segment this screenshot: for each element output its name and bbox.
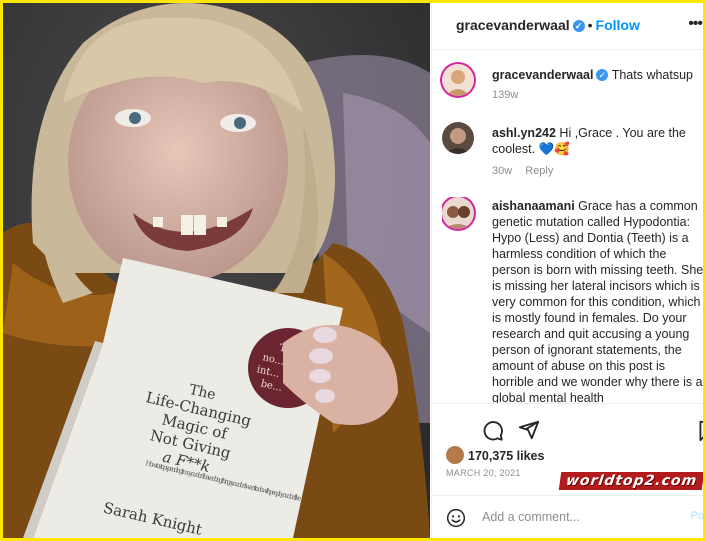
instagram-post: The Life-Changing Magic of Not Giving a … <box>3 3 703 538</box>
add-comment-input[interactable] <box>482 508 692 526</box>
caption-meta: 139w <box>492 89 528 101</box>
verified-badge-icon: ✓ <box>572 20 585 32</box>
post-photo[interactable]: The Life-Changing Magic of Not Giving a … <box>3 3 430 538</box>
post-button[interactable]: Po <box>691 510 703 522</box>
watermark-logo: worldtop2.com <box>558 472 703 490</box>
comment-username[interactable]: aishanaamani <box>492 199 575 213</box>
add-comment-bar: Po <box>432 495 703 538</box>
likes-count[interactable]: 170,375 likes <box>468 449 544 463</box>
post-header: gracevanderwaal ✓ • Follow ••• <box>432 3 703 50</box>
verified-badge-icon: ✓ <box>596 69 609 81</box>
comment-text: ashl.yn242 Hi ,Grace . You are the coole… <box>492 125 703 157</box>
emoji-icon[interactable] <box>446 508 466 528</box>
follow-button[interactable]: Follow <box>596 17 640 33</box>
comment-icon[interactable] <box>482 420 504 442</box>
comment-body: Grace has a common genetic mutation call… <box>492 199 703 403</box>
caption-body: Thats whatsup <box>611 68 693 82</box>
comment-time[interactable]: 30w <box>492 165 512 177</box>
caption-username[interactable]: gracevanderwaal <box>492 68 593 82</box>
comment-avatar[interactable] <box>442 122 474 154</box>
comment-username[interactable]: ashl.yn242 <box>492 126 556 140</box>
reply-button[interactable]: Reply <box>525 165 553 177</box>
comment-text: aishanaamani Grace has a common genetic … <box>492 198 703 403</box>
comment-avatar[interactable] <box>442 197 474 229</box>
post-date[interactable]: MARCH 20, 2021 <box>446 468 521 478</box>
photo-illustration: The Life-Changing Magic of Not Giving a … <box>3 3 430 538</box>
bookmark-icon[interactable] <box>698 420 703 442</box>
liker-avatar <box>446 446 464 464</box>
header-username[interactable]: gracevanderwaal <box>456 17 570 33</box>
caption-text: gracevanderwaal ✓ Thats whatsup <box>492 67 703 83</box>
more-horizontal-icon[interactable]: ••• <box>688 15 703 33</box>
caption-time[interactable]: 139w <box>492 89 518 101</box>
comment-meta: 30w Reply <box>492 165 563 177</box>
share-icon[interactable] <box>518 419 540 441</box>
comment-item: aishanaamani Grace has a common genetic … <box>442 197 703 403</box>
action-bar <box>432 403 703 444</box>
separator-dot: • <box>587 17 593 33</box>
caption-avatar[interactable] <box>442 64 474 96</box>
comments-panel: gracevanderwaal ✓ • Follow ••• gracevanderw… <box>431 3 703 538</box>
